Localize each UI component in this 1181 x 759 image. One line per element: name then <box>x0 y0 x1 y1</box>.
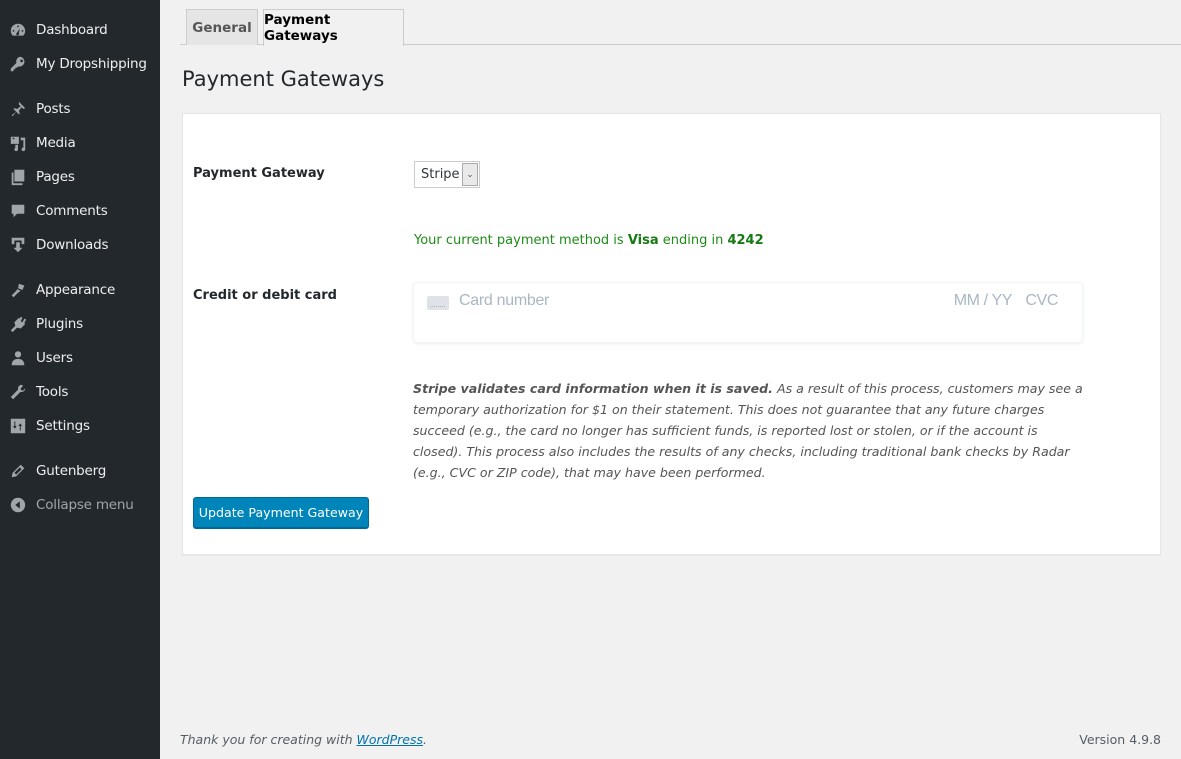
note-prefix: Your current payment method is <box>414 233 628 248</box>
sidebar-item-tools[interactable]: Tools <box>0 375 160 409</box>
sidebar-item-label: Appearance <box>36 282 116 298</box>
sidebar-item-posts[interactable]: Posts <box>0 92 160 126</box>
stripe-card-element[interactable]: Card number MM / YY CVC <box>413 282 1083 343</box>
key-icon <box>0 54 36 74</box>
user-icon <box>0 348 36 368</box>
sidebar-item-gutenberg[interactable]: Gutenberg <box>0 454 160 488</box>
comment-icon <box>0 201 36 221</box>
card-number-input[interactable]: Card number <box>459 292 549 310</box>
sidebar-item-my-dropshipping[interactable]: My Dropshipping <box>0 47 160 81</box>
sidebar-item-appearance[interactable]: Appearance <box>0 273 160 307</box>
chevron-down-icon: ⌄ <box>462 163 478 186</box>
card-brand: Visa <box>627 233 659 248</box>
plugin-icon <box>0 314 36 334</box>
download-icon <box>0 235 36 255</box>
settings-panel: Payment Gateway Stripe ⌄ Your current pa… <box>182 113 1161 555</box>
page-title: Payment Gateways <box>182 67 385 91</box>
sidebar-item-label: Comments <box>36 203 108 219</box>
sidebar-item-media[interactable]: Media <box>0 126 160 160</box>
note-middle: ending in <box>658 233 728 248</box>
sidebar-item-dashboard[interactable]: Dashboard <box>0 13 160 47</box>
current-payment-method-note: Your current payment method is Visa endi… <box>414 233 764 248</box>
wordpress-link[interactable]: WordPress <box>357 732 423 747</box>
update-payment-gateway-button[interactable]: Update Payment Gateway <box>193 497 369 528</box>
sidebar-item-label: Plugins <box>36 316 83 332</box>
collapse-menu-button[interactable]: Collapse menu <box>0 488 160 522</box>
sidebar-item-label: Tools <box>36 384 69 400</box>
admin-sidebar: Dashboard My Dropshipping Posts Media Pa… <box>0 0 160 759</box>
sidebar-item-downloads[interactable]: Downloads <box>0 228 160 262</box>
payment-gateway-select[interactable]: Stripe ⌄ <box>414 161 480 188</box>
sidebar-item-label: Pages <box>36 169 75 185</box>
footer-thanks: Thank you for creating with WordPress. <box>180 732 427 747</box>
footer-version: Version 4.9.8 <box>1079 732 1161 747</box>
paintbrush-icon <box>0 280 36 300</box>
sidebar-item-label: Downloads <box>36 237 109 253</box>
footer-thanks-suffix: . <box>423 732 427 747</box>
sidebar-item-label: Media <box>36 135 76 151</box>
credit-card-icon <box>427 296 449 310</box>
pencil-icon <box>0 461 36 481</box>
dashboard-icon <box>0 20 36 40</box>
sidebar-item-label: Posts <box>36 101 71 117</box>
sidebar-item-label: Gutenberg <box>36 463 107 479</box>
tab-payment-gateways[interactable]: Payment Gateways <box>263 9 404 46</box>
sidebar-item-pages[interactable]: Pages <box>0 160 160 194</box>
tab-general[interactable]: General <box>186 9 258 45</box>
card-last4: 4242 <box>727 233 764 248</box>
tab-bar: General Payment Gateways <box>180 0 1181 46</box>
card-cvc-input[interactable]: CVC <box>1025 292 1058 310</box>
sidebar-item-comments[interactable]: Comments <box>0 194 160 228</box>
sidebar-item-users[interactable]: Users <box>0 341 160 375</box>
stripe-disclaimer: Stripe validates card information when i… <box>413 378 1083 483</box>
collapse-arrow-icon <box>0 495 36 515</box>
sidebar-item-settings[interactable]: Settings <box>0 409 160 443</box>
sidebar-item-label: Dashboard <box>36 22 108 38</box>
settings-icon <box>0 416 36 436</box>
payment-gateway-value: Stripe <box>421 167 460 182</box>
pages-icon <box>0 167 36 187</box>
sidebar-item-label: Users <box>36 350 73 366</box>
payment-gateway-label: Payment Gateway <box>193 166 325 181</box>
sidebar-item-label: My Dropshipping <box>36 56 147 72</box>
sidebar-item-label: Settings <box>36 418 90 434</box>
collapse-menu-label: Collapse menu <box>36 497 134 513</box>
footer-thanks-text: Thank you for creating with <box>180 732 357 747</box>
media-icon <box>0 133 36 153</box>
disclaimer-bold: Stripe validates card information when i… <box>413 381 773 396</box>
sidebar-item-plugins[interactable]: Plugins <box>0 307 160 341</box>
wrench-icon <box>0 382 36 402</box>
card-expiry-input[interactable]: MM / YY <box>954 292 1013 310</box>
pushpin-icon <box>0 99 36 119</box>
card-field-label: Credit or debit card <box>193 288 337 303</box>
